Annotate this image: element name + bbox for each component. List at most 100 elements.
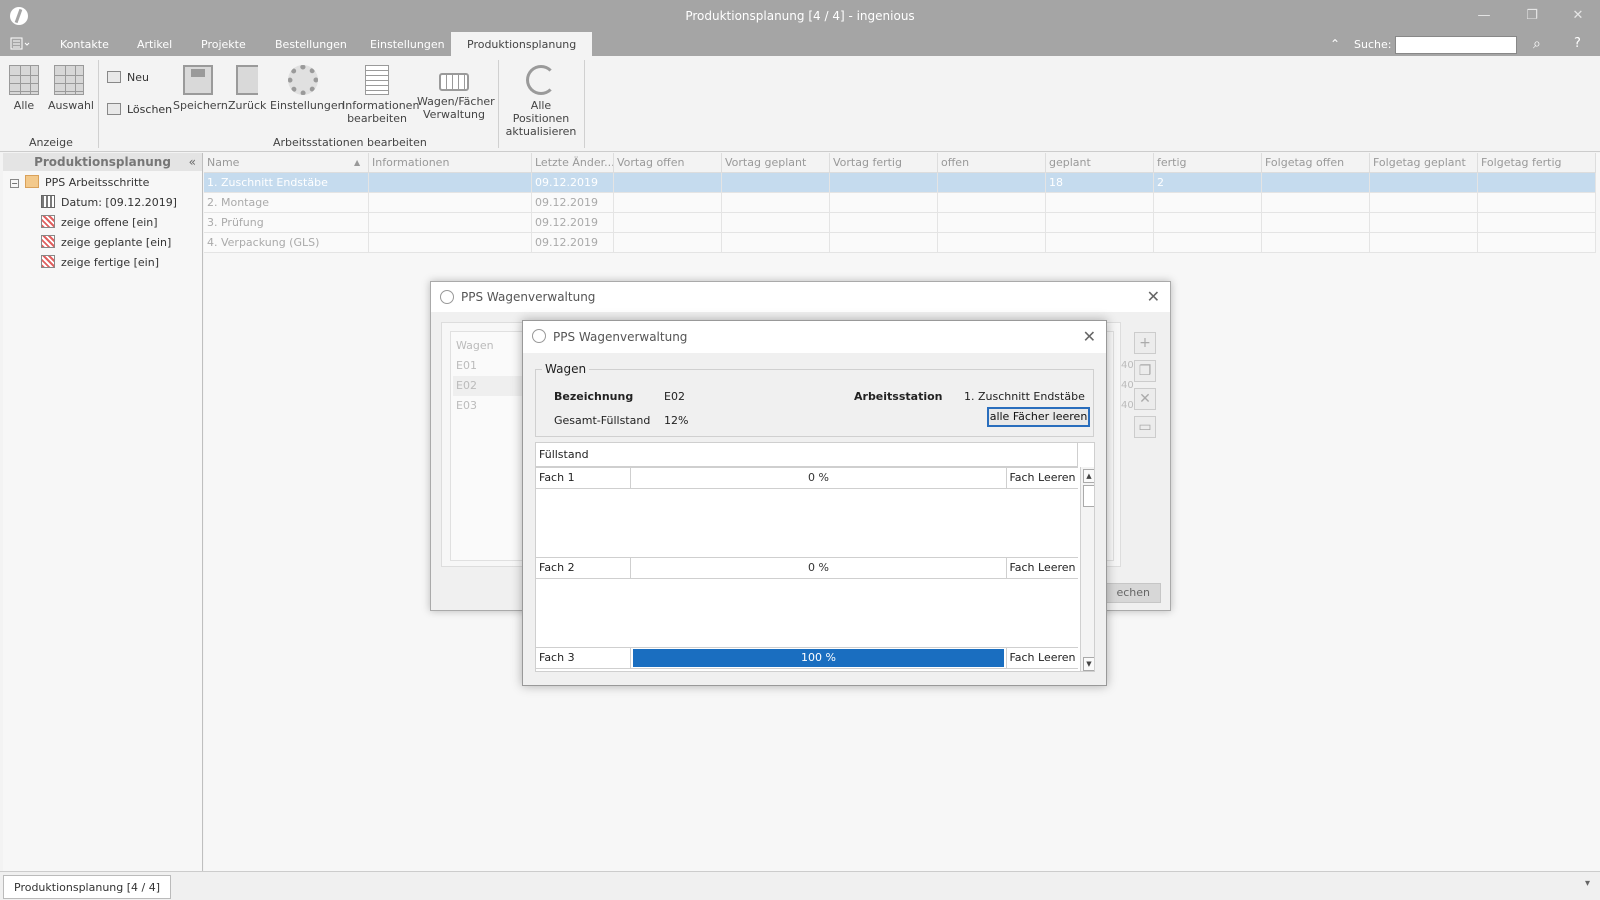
fach-fuellstand-bar: 0 %: [633, 559, 1004, 577]
tree-item-label: zeige offene [ein]: [61, 216, 158, 229]
tree-item-label: zeige fertige [ein]: [61, 256, 160, 269]
wagen-value: 40: [1121, 400, 1134, 411]
zurueck-button[interactable]: Zurück: [228, 65, 266, 112]
tab-produktionsplanung[interactable]: Produktionsplanung: [451, 32, 593, 56]
status-bar: Produktionsplanung [4 / 4] ▾: [0, 871, 1600, 900]
restore-button[interactable]: ❐: [1520, 6, 1544, 26]
cell-offen: [938, 213, 1046, 233]
cart-wagen-button[interactable]: ▭: [1134, 416, 1156, 438]
delete-icon: [107, 103, 121, 115]
tree-item-zeige-fertige[interactable]: zeige fertige [ein]: [41, 255, 159, 269]
tree-item-datum[interactable]: Datum: [09.12.2019]: [41, 195, 177, 209]
cell-folgetag-geplant: [1370, 233, 1478, 253]
list-item[interactable]: E02: [453, 376, 525, 396]
auswahl-button[interactable]: Auswahl: [48, 65, 94, 112]
delete-wagen-button[interactable]: ✕: [1134, 388, 1156, 410]
column-header-letzte-aenderung[interactable]: Letzte Änder...: [532, 153, 614, 173]
close-button[interactable]: ✕: [1566, 6, 1590, 26]
faecher-list: Füllstand Fach 1 0 % Fach Leeren Fach 2 …: [535, 442, 1095, 672]
column-header-folgetag-fertig[interactable]: Folgetag fertig: [1478, 153, 1596, 173]
tab-projekte[interactable]: Projekte: [185, 32, 262, 56]
tab-artikel[interactable]: Artikel: [121, 32, 188, 56]
column-header-informationen[interactable]: Informationen: [369, 153, 532, 173]
tree-item-zeige-offene[interactable]: zeige offene [ein]: [41, 215, 158, 229]
cell-letzte-aenderung: 09.12.2019: [532, 193, 614, 213]
cell-geplant: [1046, 213, 1154, 233]
collapse-ribbon-icon[interactable]: ⌃: [1330, 37, 1340, 51]
alle-button[interactable]: Alle: [8, 65, 40, 112]
neu-label: Neu: [127, 71, 149, 84]
tree-root-pps-arbeitsschritte[interactable]: − PPS Arbeitsschritte: [10, 175, 149, 189]
tab-kontakte[interactable]: Kontakte: [44, 32, 125, 56]
einstellungen-button[interactable]: Einstellungen: [270, 65, 345, 112]
arbeitsstation-label: Arbeitsstation: [854, 390, 943, 403]
fach-name: Fach 2: [536, 558, 631, 578]
informationen-bearbeiten-button[interactable]: Informationen bearbeiten: [342, 65, 419, 125]
app-menu-icon[interactable]: [10, 37, 32, 51]
copy-wagen-button[interactable]: ❐: [1134, 360, 1156, 382]
table-row[interactable]: 2. Montage 09.12.2019: [204, 193, 1596, 213]
cell-offen: [938, 233, 1046, 253]
fach-leeren-button[interactable]: Fach Leeren: [1006, 648, 1078, 668]
close-icon[interactable]: ✕: [1083, 327, 1096, 346]
neu-button[interactable]: Neu: [107, 71, 149, 84]
document-tab-produktionsplanung[interactable]: Produktionsplanung [4 / 4]: [3, 875, 172, 899]
wagen-column-header[interactable]: Wagen: [453, 336, 525, 356]
table-row[interactable]: 3. Prüfung 09.12.2019: [204, 213, 1596, 233]
list-item[interactable]: E03: [453, 396, 525, 416]
scroll-up-icon[interactable]: ▲: [1083, 469, 1094, 483]
minimize-button[interactable]: —: [1472, 6, 1496, 26]
cell-folgetag-geplant: [1370, 213, 1478, 233]
table-row[interactable]: 4. Verpackung (GLS) 09.12.2019: [204, 233, 1596, 253]
alle-faecher-leeren-button[interactable]: alle Fächer leeren: [987, 407, 1090, 427]
speichern-button[interactable]: Speichern: [173, 65, 228, 112]
fach-leeren-button[interactable]: Fach Leeren: [1006, 558, 1078, 578]
tree-collapse-icon[interactable]: −: [10, 179, 19, 188]
cell-folgetag-offen: [1262, 193, 1370, 213]
binoculars-icon[interactable]: ⌕: [1533, 36, 1541, 52]
cell-folgetag-fertig: [1478, 213, 1596, 233]
loeschen-button[interactable]: Löschen: [107, 103, 172, 116]
alle-positionen-aktualisieren-button[interactable]: Alle Positionen aktualisieren: [504, 65, 578, 138]
scroll-thumb[interactable]: [1083, 485, 1094, 507]
vertical-scrollbar[interactable]: ▲ ▼: [1080, 467, 1094, 671]
column-header-name[interactable]: Name ▲: [204, 153, 369, 173]
tab-bestellungen[interactable]: Bestellungen: [259, 32, 363, 56]
tree-item-zeige-geplante[interactable]: zeige geplante [ein]: [41, 235, 171, 249]
table-row[interactable]: 1. Zuschnitt Endstäbe 09.12.2019 18 2: [204, 173, 1596, 193]
tab-dropdown-icon[interactable]: ▾: [1585, 878, 1590, 889]
tab-einstellungen[interactable]: Einstellungen: [354, 32, 461, 56]
column-header-vortag-fertig[interactable]: Vortag fertig: [830, 153, 938, 173]
wagen-faecher-verwaltung-button[interactable]: Wagen/Fächer Verwaltung: [417, 65, 495, 121]
cell-folgetag-offen: [1262, 173, 1370, 193]
fach-fuellstand-bar: 100 %: [633, 649, 1004, 667]
save-icon: [183, 65, 213, 95]
wagen-label-2: Verwaltung: [423, 108, 485, 121]
list-item[interactable]: E01: [453, 356, 525, 376]
wagen-value: 40: [1121, 360, 1134, 371]
close-icon[interactable]: ✕: [1147, 287, 1160, 306]
column-header-vortag-geplant[interactable]: Vortag geplant: [722, 153, 830, 173]
door-exit-icon: [236, 65, 258, 95]
scroll-down-icon[interactable]: ▼: [1083, 657, 1094, 671]
column-header-vortag-offen[interactable]: Vortag offen: [614, 153, 722, 173]
help-icon[interactable]: ?: [1574, 36, 1581, 51]
column-header-offen[interactable]: offen: [938, 153, 1046, 173]
add-wagen-button[interactable]: +: [1134, 332, 1156, 354]
search-input[interactable]: [1395, 36, 1517, 54]
fach-leeren-button[interactable]: Fach Leeren: [1006, 468, 1078, 488]
speichern-label: Speichern: [173, 99, 228, 112]
tree-item-label: Datum: [09.12.2019]: [61, 196, 177, 209]
column-header-folgetag-offen[interactable]: Folgetag offen: [1262, 153, 1370, 173]
alle-positionen-label-1: Alle Positionen: [512, 99, 570, 125]
navigation-panel-title: Produktionsplanung: [34, 155, 171, 169]
column-header-geplant[interactable]: geplant: [1046, 153, 1154, 173]
fach-fuellstand-bar: 0 %: [633, 469, 1004, 487]
fach-fuellstand-text: 100 %: [801, 651, 836, 664]
collapse-panel-icon[interactable]: «: [189, 153, 196, 171]
cell-vortag-offen: [614, 233, 722, 253]
column-header-fertig[interactable]: fertig: [1154, 153, 1262, 173]
gear-icon: [288, 65, 318, 95]
ribbon: Alle Auswahl Anzeige Neu Löschen Speiche…: [0, 56, 1600, 152]
column-header-folgetag-geplant[interactable]: Folgetag geplant: [1370, 153, 1478, 173]
